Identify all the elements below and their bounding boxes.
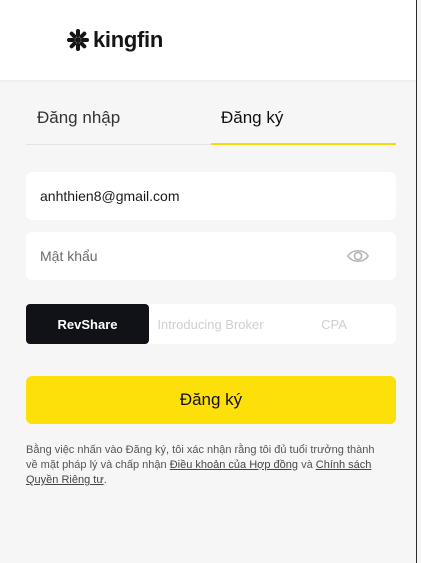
option-cpa-label: CPA [321,316,347,332]
password-field-container [26,232,396,280]
option-introducing-broker[interactable]: Introducing Broker [149,304,272,344]
header: kingfin [0,0,416,80]
option-revshare-label: RevShare [57,316,118,332]
tab-login-label: Đăng nhập [37,108,121,127]
tab-signup-label: Đăng ký [221,108,284,127]
option-revshare[interactable]: RevShare [26,304,149,344]
email-field-container [26,172,396,220]
window-edge [416,0,417,563]
terms-text: Bằng việc nhấn vào Đăng ký, tôi xác nhận… [26,443,378,488]
program-selector: RevShare Introducing Broker CPA [26,304,396,344]
password-field[interactable] [26,232,396,280]
signup-button[interactable]: Đăng ký [26,376,396,424]
terms-suffix: . [103,474,107,486]
eye-icon[interactable] [347,246,369,266]
tab-signup[interactable]: Đăng ký [211,100,396,145]
contract-terms-link[interactable]: Điều khoản của Hợp đồng [170,459,298,471]
option-cpa[interactable]: CPA [272,304,396,344]
active-tab-indicator [211,143,396,145]
kingfin-star-icon [67,29,89,51]
brand-logo[interactable]: kingfin [66,27,163,53]
terms-middle: và [298,459,316,471]
brand-name: kingfin [93,27,164,52]
auth-tabs: Đăng nhập Đăng ký [26,100,396,145]
option-introducing-broker-label: Introducing Broker [157,316,264,332]
email-field[interactable] [26,172,396,220]
tab-login[interactable]: Đăng nhập [26,100,211,144]
